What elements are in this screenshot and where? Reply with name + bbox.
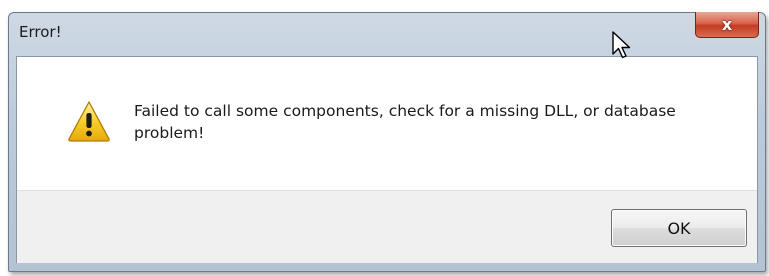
dialog-body: Failed to call some components, check fo… <box>16 56 758 263</box>
button-bar: OK <box>17 190 757 263</box>
warning-icon <box>68 101 110 142</box>
dialog-title: Error! <box>19 23 62 41</box>
mouse-pointer-icon <box>612 31 631 59</box>
message-area: Failed to call some components, check fo… <box>17 57 757 190</box>
error-dialog: Error! x Failed to call some components,… <box>8 12 766 272</box>
close-icon: x <box>721 14 733 34</box>
close-button[interactable]: x <box>695 12 759 38</box>
title-bar[interactable]: Error! x <box>9 12 765 55</box>
ok-button[interactable]: OK <box>611 209 747 247</box>
error-message: Failed to call some components, check fo… <box>134 102 676 142</box>
